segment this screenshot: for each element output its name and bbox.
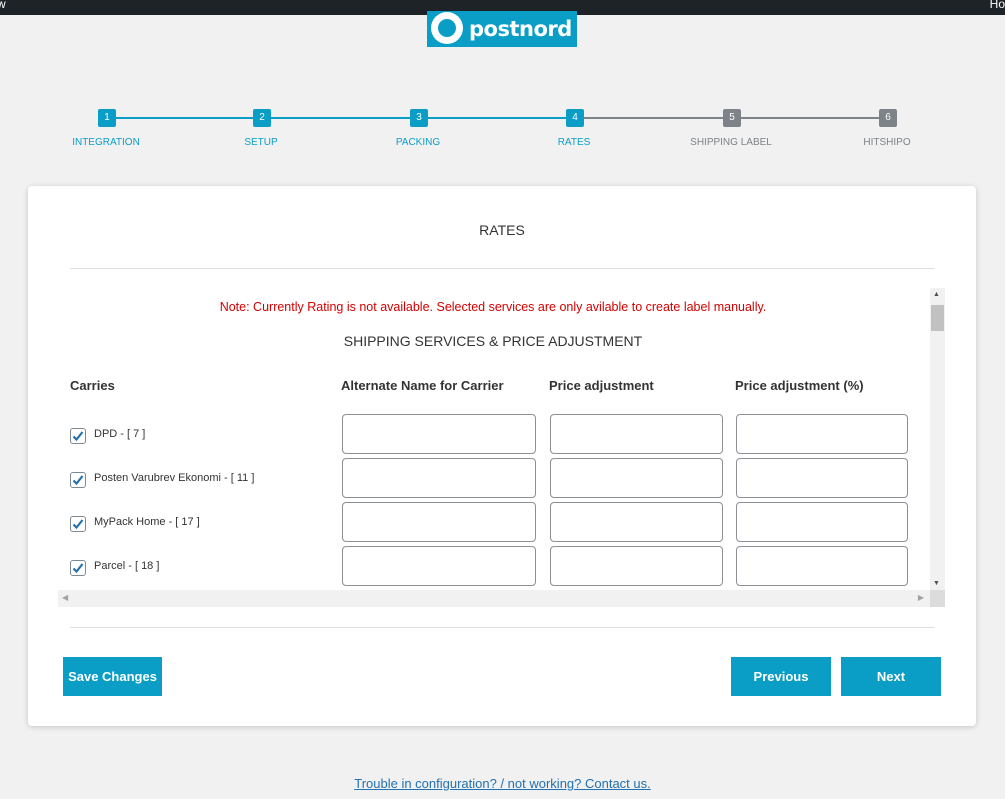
carrier-label: Parcel - [ 18 ] [94,560,160,572]
step-3-number[interactable]: 3 [410,109,428,127]
step-connector [575,117,732,119]
price-adjustment-percent-input[interactable] [736,414,908,454]
admin-bar-left-text[interactable]: w [0,0,6,11]
column-header-price-adjustment: Price adjustment [549,378,654,393]
column-header-alternate-name: Alternate Name for Carrier [341,378,504,393]
scrollbar-thumb[interactable] [931,305,944,331]
step-1-label[interactable]: INTEGRATION [72,137,140,148]
carrier-checkbox[interactable] [70,560,86,576]
save-changes-button[interactable]: Save Changes [63,657,162,696]
price-adjustment-input[interactable] [550,502,723,542]
scroll-up-icon[interactable]: ▲ [933,291,940,298]
rating-note: Note: Currently Rating is not available.… [219,300,767,314]
scroll-down-icon[interactable]: ▼ [933,580,940,587]
price-adjustment-input[interactable] [550,458,723,498]
setup-stepper: 1 INTEGRATION 2 SETUP 3 PACKING 4 RATES 5 SHIPPIN… [0,105,1005,155]
bottom-divider [70,627,934,628]
step-2-label[interactable]: SETUP [244,137,277,148]
step-connector [732,117,888,119]
step-1-number[interactable]: 1 [98,109,116,127]
step-5-label[interactable]: SHIPPING LABEL [690,137,772,148]
step-4-label[interactable]: RATES [558,137,591,148]
section-title: SHIPPING SERVICES & PRICE ADJUSTMENT [343,333,643,349]
step-connector [262,117,419,119]
postnord-crown-icon [431,12,463,44]
alternate-name-input[interactable] [342,546,536,586]
horizontal-scrollbar[interactable]: ◀ ▶ [58,590,930,607]
card-title: RATES [479,222,525,238]
step-4-number[interactable]: 4 [566,109,584,127]
step-2-number[interactable]: 2 [253,109,271,127]
step-6-label[interactable]: HITSHIPO [863,137,910,148]
price-adjustment-input[interactable] [550,546,723,586]
alternate-name-input[interactable] [342,502,536,542]
carrier-label: Posten Varubrev Ekonomi - [ 11 ] [94,472,255,484]
step-connector [107,117,262,119]
carrier-row: Parcel - [ 18 ] [58,546,928,586]
postnord-logo: postnord [427,11,577,47]
carrier-checkbox[interactable] [70,516,86,532]
price-adjustment-percent-input[interactable] [736,546,908,586]
price-adjustment-input[interactable] [550,414,723,454]
step-5-number[interactable]: 5 [723,109,741,127]
column-header-carries: Carries [70,378,115,393]
top-divider [70,268,934,269]
carrier-checkbox[interactable] [70,472,86,488]
scroll-left-icon[interactable]: ◀ [62,593,68,602]
scrollbar-corner [930,590,945,607]
admin-bar-right-text[interactable]: Ho [990,0,1005,11]
carrier-row: Posten Varubrev Ekonomi - [ 11 ] [58,458,928,498]
step-6-number[interactable]: 6 [879,109,897,127]
step-connector [419,117,575,119]
carrier-row: MyPack Home - [ 17 ] [58,502,928,542]
price-adjustment-percent-input[interactable] [736,502,908,542]
scroll-right-icon[interactable]: ▶ [918,593,924,602]
contact-support-link[interactable]: Trouble in configuration? / not working?… [0,776,1005,791]
alternate-name-input[interactable] [342,414,536,454]
carrier-label: MyPack Home - [ 17 ] [94,516,200,528]
price-adjustment-percent-input[interactable] [736,458,908,498]
carrier-checkbox[interactable] [70,428,86,444]
next-button[interactable]: Next [841,657,941,696]
vertical-scrollbar[interactable]: ▲ ▼ [930,288,945,590]
previous-button[interactable]: Previous [731,657,831,696]
column-header-price-adjustment-percent: Price adjustment (%) [735,378,864,393]
alternate-name-input[interactable] [342,458,536,498]
step-3-label[interactable]: PACKING [396,137,440,148]
services-scroll-area[interactable]: Note: Currently Rating is not available.… [58,289,946,591]
carrier-label: DPD - [ 7 ] [94,428,146,440]
carrier-row: DPD - [ 7 ] [58,414,928,454]
rates-card: RATES Note: Currently Rating is not avai… [28,186,976,726]
logo-wordmark: postnord [469,17,572,41]
